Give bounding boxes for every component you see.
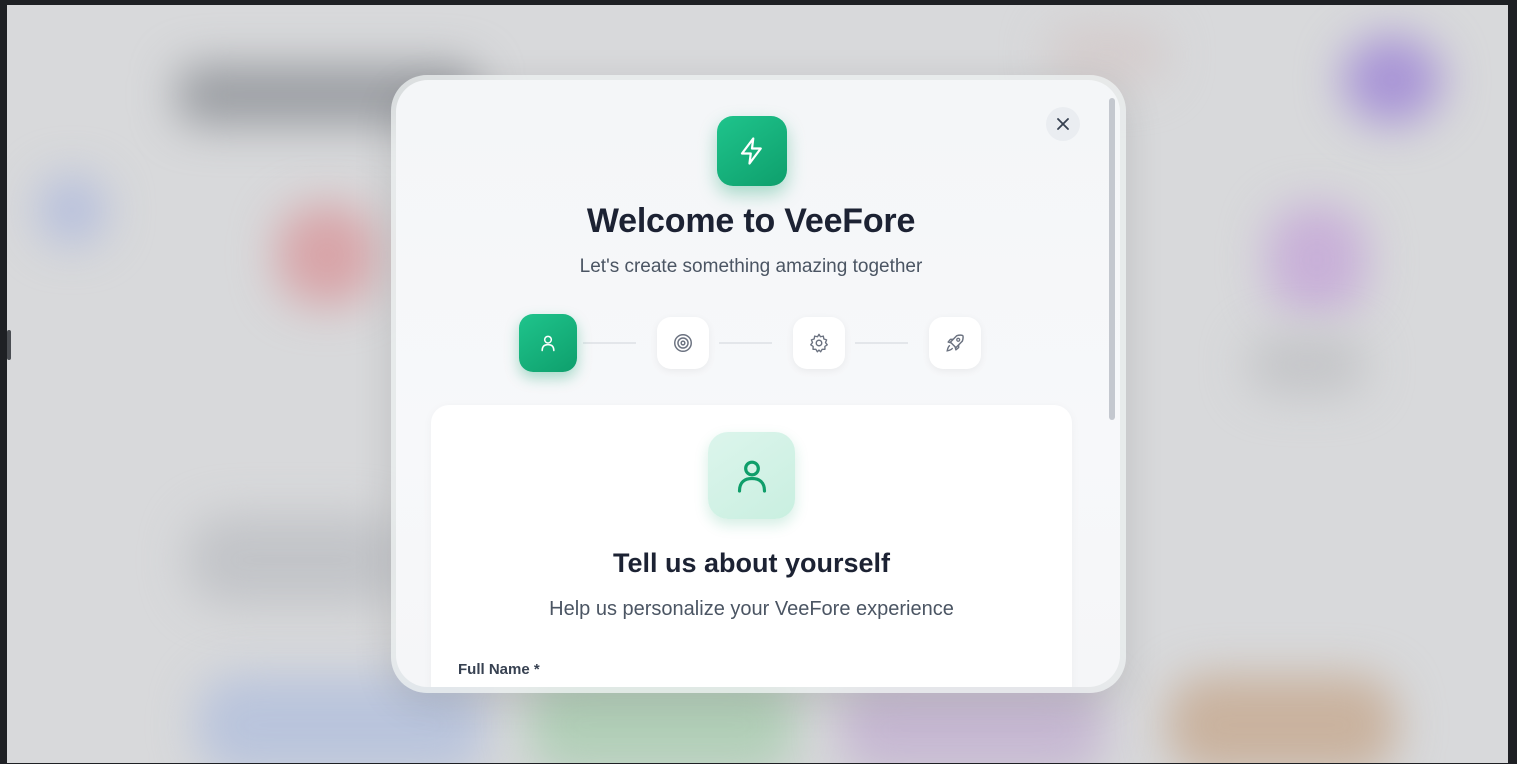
background-blur bbox=[187, 515, 407, 605]
full-name-label: Full Name * bbox=[458, 661, 540, 678]
step-settings[interactable] bbox=[793, 317, 845, 369]
modal-scrollbar[interactable] bbox=[1108, 88, 1116, 678]
card-title: Tell us about yourself bbox=[612, 548, 891, 578]
onboarding-steps bbox=[396, 314, 1120, 374]
step-connector bbox=[855, 342, 908, 344]
close-button[interactable] bbox=[1046, 107, 1080, 141]
background-blur bbox=[1167, 675, 1397, 763]
background-blur bbox=[1342, 35, 1442, 125]
step-connector bbox=[583, 342, 636, 344]
user-icon bbox=[541, 335, 555, 352]
app-logo bbox=[717, 116, 787, 186]
user-icon bbox=[737, 460, 766, 493]
step-launch[interactable] bbox=[929, 317, 981, 369]
step-profile[interactable] bbox=[519, 314, 577, 372]
background-blur bbox=[37, 175, 107, 245]
card-icon bbox=[708, 432, 795, 519]
rocket-icon bbox=[946, 334, 964, 352]
background-blur bbox=[1247, 335, 1367, 395]
background-blur bbox=[1267, 205, 1367, 315]
close-icon bbox=[1057, 118, 1069, 130]
step-goals[interactable] bbox=[657, 317, 709, 369]
modal-subtitle: Let's create something amazing together bbox=[579, 256, 923, 277]
onboarding-modal: Welcome to VeeFore Let's create somethin… bbox=[396, 80, 1120, 687]
resize-handle[interactable] bbox=[7, 330, 11, 360]
modal-title: Welcome to VeeFore bbox=[586, 202, 916, 240]
step-connector bbox=[719, 342, 772, 344]
profile-card: Tell us about yourself Help us personali… bbox=[431, 405, 1072, 687]
target-icon bbox=[674, 334, 692, 352]
lightning-icon bbox=[740, 137, 762, 165]
background-blur bbox=[277, 205, 377, 305]
card-subtitle: Help us personalize your VeeFore experie… bbox=[549, 598, 954, 620]
background-blur bbox=[837, 685, 1107, 763]
gear-icon bbox=[810, 333, 828, 353]
